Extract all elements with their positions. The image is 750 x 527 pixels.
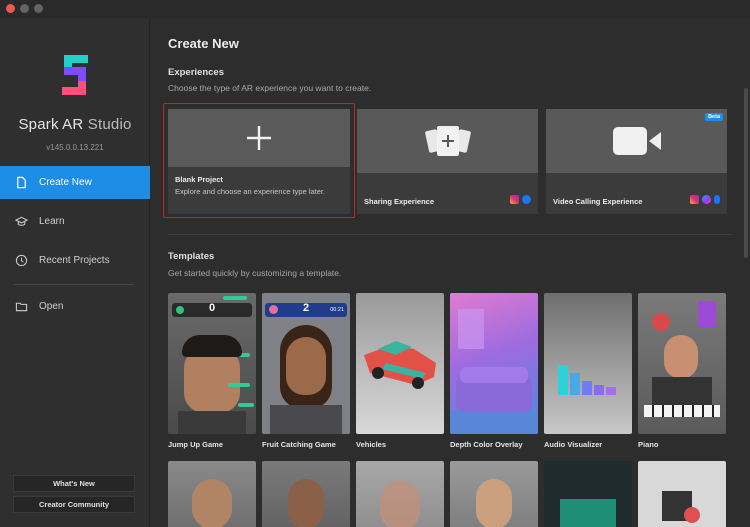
car-illustration [364, 341, 436, 389]
title-bar [0, 0, 750, 18]
sidebar-item-create-new[interactable]: Create New [0, 166, 150, 199]
app-version: v145.0.0.13.221 [46, 143, 104, 152]
sidebar-item-label: Recent Projects [39, 255, 110, 266]
microphone-icon [714, 195, 720, 204]
template-thumbnail [168, 461, 256, 527]
sidebar-item-open[interactable]: Open [0, 290, 150, 323]
selection-outline [163, 103, 355, 218]
sidebar-item-label: Open [39, 301, 64, 312]
template-card[interactable] [544, 461, 632, 527]
experiences-heading: Experiences [168, 67, 224, 78]
template-depth-color-overlay[interactable]: Depth Color Overlay [450, 293, 538, 449]
template-thumbnail [262, 461, 350, 527]
template-name: Fruit Catching Game [262, 440, 336, 449]
template-thumbnail: 2 00:21 [262, 293, 350, 434]
sharing-experience-card[interactable]: Sharing Experience [357, 109, 538, 214]
close-window-button[interactable] [6, 4, 15, 13]
template-thumbnail: 0 [168, 293, 256, 434]
scrollbar[interactable] [744, 88, 748, 258]
template-card[interactable] [638, 461, 726, 527]
app-name: Spark AR Studio [18, 116, 132, 133]
experiences-subtitle: Choose the type of AR experience you wan… [168, 83, 372, 93]
sidebar-item-label: Create New [39, 177, 92, 188]
minimize-window-button[interactable] [20, 4, 29, 13]
template-thumbnail [450, 293, 538, 434]
section-divider [168, 234, 732, 235]
graduation-cap-icon [15, 216, 28, 226]
instagram-icon [510, 195, 519, 204]
template-thumbnail [638, 461, 726, 527]
sidebar-item-recent-projects[interactable]: Recent Projects [0, 244, 150, 277]
template-thumbnail [638, 293, 726, 434]
template-piano[interactable]: Piano [638, 293, 726, 449]
score-display: 0 [208, 302, 216, 314]
sidebar-item-learn[interactable]: Learn [0, 205, 150, 238]
template-card[interactable] [262, 461, 350, 527]
template-thumbnail [544, 293, 632, 434]
folder-icon [15, 302, 28, 312]
clock-icon [15, 254, 28, 267]
beta-badge: Beta [705, 113, 723, 121]
template-card[interactable] [168, 461, 256, 527]
page-title: Create New [168, 36, 239, 51]
file-icon [17, 176, 26, 189]
creator-community-button[interactable]: Creator Community [13, 496, 135, 513]
sidebar-divider [14, 284, 134, 285]
zoom-window-button[interactable] [34, 4, 43, 13]
template-card[interactable] [450, 461, 538, 527]
spark-ar-logo-icon [62, 55, 88, 95]
template-thumbnail [356, 293, 444, 434]
template-card[interactable] [356, 461, 444, 527]
template-audio-visualizer[interactable]: Audio Visualizer [544, 293, 632, 449]
sidebar: Spark AR Studio v145.0.0.13.221 Create N… [0, 18, 150, 527]
timer-display: 00:21 [330, 307, 344, 313]
main-content: Create New Experiences Choose the type o… [150, 18, 750, 527]
template-name: Jump Up Game [168, 440, 224, 449]
templates-heading: Templates [168, 251, 215, 262]
sidebar-item-label: Learn [39, 216, 65, 227]
template-thumbnail [544, 461, 632, 527]
template-vehicles[interactable]: Vehicles [356, 293, 444, 449]
platform-icons [690, 195, 720, 204]
template-name: Piano [638, 440, 659, 449]
template-thumbnail [450, 461, 538, 527]
platform-icons [510, 195, 531, 204]
messenger-icon [702, 195, 711, 204]
facebook-icon [522, 195, 531, 204]
video-camera-icon [612, 127, 661, 155]
template-thumbnail [356, 461, 444, 527]
template-fruit-catching-game[interactable]: 2 00:21 Fruit Catching Game [262, 293, 350, 449]
whats-new-button[interactable]: What's New [13, 475, 135, 492]
card-title: Video Calling Experience [553, 197, 643, 206]
app-window: Spark AR Studio v145.0.0.13.221 Create N… [0, 0, 750, 527]
card-thumbnail [357, 109, 538, 173]
card-title: Sharing Experience [364, 197, 435, 206]
instagram-icon [690, 195, 699, 204]
template-jump-up-game[interactable]: 0 Jump Up Game [168, 293, 256, 449]
cards-plus-icon [424, 126, 471, 156]
video-calling-experience-card[interactable]: Beta Video Calling Experience [546, 109, 727, 214]
card-thumbnail [546, 109, 727, 173]
template-name: Depth Color Overlay [450, 440, 523, 449]
template-name: Vehicles [356, 440, 387, 449]
templates-subtitle: Get started quickly by customizing a tem… [168, 268, 342, 278]
template-name: Audio Visualizer [544, 440, 603, 449]
